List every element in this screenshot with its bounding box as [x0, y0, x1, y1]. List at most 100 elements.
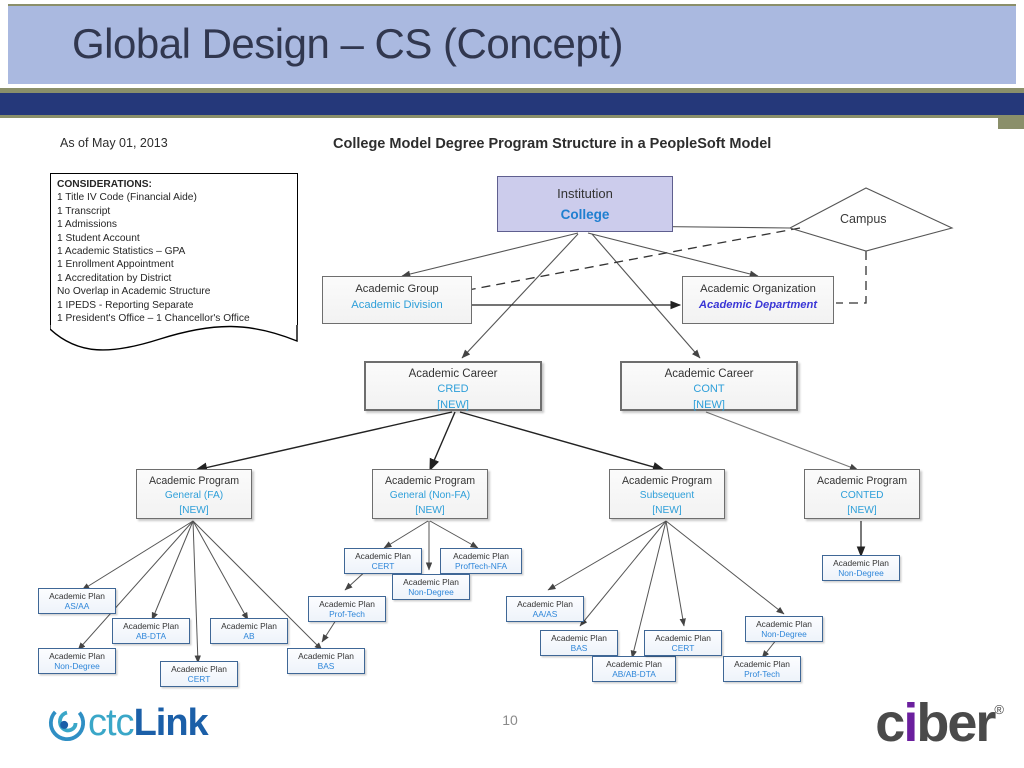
node-value: Academic Division	[351, 299, 443, 311]
node-value: AB-DTA	[135, 631, 167, 641]
node-type: Academic Group	[355, 283, 439, 295]
title-dark-band	[0, 93, 1024, 115]
node-tag: [NEW]	[437, 398, 469, 411]
node-tag: [NEW]	[847, 505, 877, 516]
node-academic-program-conted[interactable]: Academic Program CONTED [NEW]	[804, 469, 920, 519]
node-campus-label[interactable]: Campus	[840, 212, 887, 226]
ciber-wordmark: ciber	[875, 693, 996, 753]
node-value: AA/AS	[532, 609, 558, 619]
node-value: Prof-Tech	[329, 609, 365, 619]
node-academic-plan[interactable]: Academic Plan BAS	[540, 630, 618, 656]
page-title: Global Design – CS (Concept)	[72, 20, 623, 67]
node-value: AB/AB-DTA	[612, 669, 656, 679]
node-type: Academic Program	[148, 475, 240, 487]
node-academic-organization[interactable]: Academic Organization Academic Departmen…	[682, 276, 834, 324]
node-academic-plan[interactable]: Academic Plan Prof-Tech	[723, 656, 801, 682]
node-academic-plan[interactable]: Academic Plan AB/AB-DTA	[592, 656, 676, 682]
consideration-item: 1 Accreditation by District	[57, 272, 172, 284]
node-academic-plan[interactable]: Academic Plan Prof-Tech	[308, 596, 386, 622]
page-number: 10	[502, 712, 518, 728]
node-type: Academic Plan	[551, 633, 607, 643]
node-value: CERT	[187, 674, 211, 684]
node-type: Academic Plan	[655, 633, 711, 643]
diagram-canvas: As of May 01, 2013 College Model Degree …	[0, 118, 1024, 698]
node-type: Academic Career	[664, 368, 754, 380]
node-type: Academic Plan	[319, 599, 375, 609]
ctclink-wordmark: ctcLink	[88, 702, 209, 744]
node-academic-career-cont[interactable]: Academic Career CONT [NEW]	[620, 361, 798, 411]
node-tag: [NEW]	[179, 505, 209, 516]
node-academic-plan[interactable]: Academic Plan Non-Degree	[822, 555, 900, 581]
node-academic-program-general-fa[interactable]: Academic Program General (FA) [NEW]	[136, 469, 252, 519]
node-value: College	[560, 207, 610, 222]
consideration-item: 1 President's Office – 1 Chancellor's Of…	[57, 313, 250, 325]
node-value: AS/AA	[64, 601, 90, 611]
node-type: Academic Plan	[756, 619, 812, 629]
node-value: AB	[243, 631, 255, 641]
consideration-item: 1 Academic Statistics – GPA	[57, 246, 186, 258]
node-type: Academic Career	[408, 368, 498, 380]
node-tag: [NEW]	[652, 505, 682, 516]
consideration-item: 1 Admissions	[57, 219, 118, 231]
node-academic-plan[interactable]: Academic Plan Non-Degree	[392, 574, 470, 600]
slide-title-band: Global Design – CS (Concept)	[8, 4, 1016, 84]
node-type: Academic Plan	[49, 591, 105, 601]
node-type: Academic Plan	[833, 558, 889, 568]
node-value: CERT	[671, 643, 695, 653]
ctclink-ctc: ctc	[88, 702, 135, 744]
considerations-header: CONSIDERATIONS:	[57, 179, 152, 190]
ciber-i: i	[903, 693, 918, 753]
node-type: Academic Program	[816, 475, 908, 487]
node-academic-plan[interactable]: Academic Plan ProfTech-NFA	[440, 548, 522, 574]
node-academic-career-cred[interactable]: Academic Career CRED [NEW]	[364, 361, 542, 411]
node-type: Academic Plan	[606, 659, 662, 669]
node-tag: [NEW]	[693, 398, 725, 411]
ctclink-logo: ctcLink	[48, 698, 209, 748]
node-value: Academic Department	[698, 299, 818, 311]
node-academic-program-general-nonfa[interactable]: Academic Program General (Non-FA) [NEW]	[372, 469, 488, 519]
considerations-box: CONSIDERATIONS: 1 Title IV Code (Financi…	[50, 173, 298, 326]
node-value: General (FA)	[164, 490, 224, 501]
node-value: CONT	[693, 383, 725, 395]
node-academic-plan[interactable]: Academic Plan Non-Degree	[745, 616, 823, 642]
consideration-item: 1 Student Account	[57, 232, 140, 244]
consideration-item: No Overlap in Academic Structure	[57, 286, 211, 298]
node-academic-plan[interactable]: Academic Plan AB-DTA	[112, 618, 190, 644]
node-value: General (Non-FA)	[389, 490, 471, 501]
node-academic-plan[interactable]: Academic Plan AB	[210, 618, 288, 644]
ctclink-swirl-icon	[48, 704, 86, 742]
node-value: BAS	[317, 661, 335, 671]
node-institution[interactable]: Institution College	[497, 176, 673, 232]
node-value: Non-Degree	[838, 568, 884, 578]
node-value: CERT	[371, 561, 395, 571]
node-type: Academic Plan	[49, 651, 105, 661]
node-type: Academic Program	[384, 475, 476, 487]
node-academic-plan[interactable]: Academic Plan CERT	[344, 548, 422, 574]
consideration-item: 1 Title IV Code (Financial Aide)	[57, 192, 197, 204]
node-academic-plan[interactable]: Academic Plan BAS	[287, 648, 365, 674]
node-academic-plan[interactable]: Academic Plan CERT	[160, 661, 238, 687]
node-value: Prof-Tech	[744, 669, 780, 679]
node-academic-plan[interactable]: Academic Plan AA/AS	[506, 596, 584, 622]
node-tag: [NEW]	[415, 505, 445, 516]
node-academic-plan[interactable]: Academic Plan AS/AA	[38, 588, 116, 614]
ciber-ber: ber	[916, 693, 996, 753]
consideration-item: 1 Transcript	[57, 205, 111, 217]
node-academic-group[interactable]: Academic Group Academic Division	[322, 276, 472, 324]
node-type: Academic Plan	[298, 651, 354, 661]
considerations-torn-edge	[50, 321, 298, 351]
node-type: Academic Plan	[171, 664, 227, 674]
node-type: Academic Plan	[517, 599, 573, 609]
registered-mark: ®	[994, 702, 1004, 717]
node-academic-program-subsequent[interactable]: Academic Program Subsequent [NEW]	[609, 469, 725, 519]
node-academic-plan[interactable]: Academic Plan Non-Degree	[38, 648, 116, 674]
consideration-item: 1 IPEDS - Reporting Separate	[57, 299, 194, 311]
node-value: BAS	[570, 643, 588, 653]
ciber-logo: ciber ®	[875, 696, 1004, 750]
ctclink-link: Link	[133, 702, 209, 744]
node-type: Academic Plan	[734, 659, 790, 669]
node-value: Subsequent	[639, 490, 695, 501]
node-value: Non-Degree	[761, 629, 807, 639]
node-value: Non-Degree	[408, 587, 454, 597]
node-academic-plan[interactable]: Academic Plan CERT	[644, 630, 722, 656]
